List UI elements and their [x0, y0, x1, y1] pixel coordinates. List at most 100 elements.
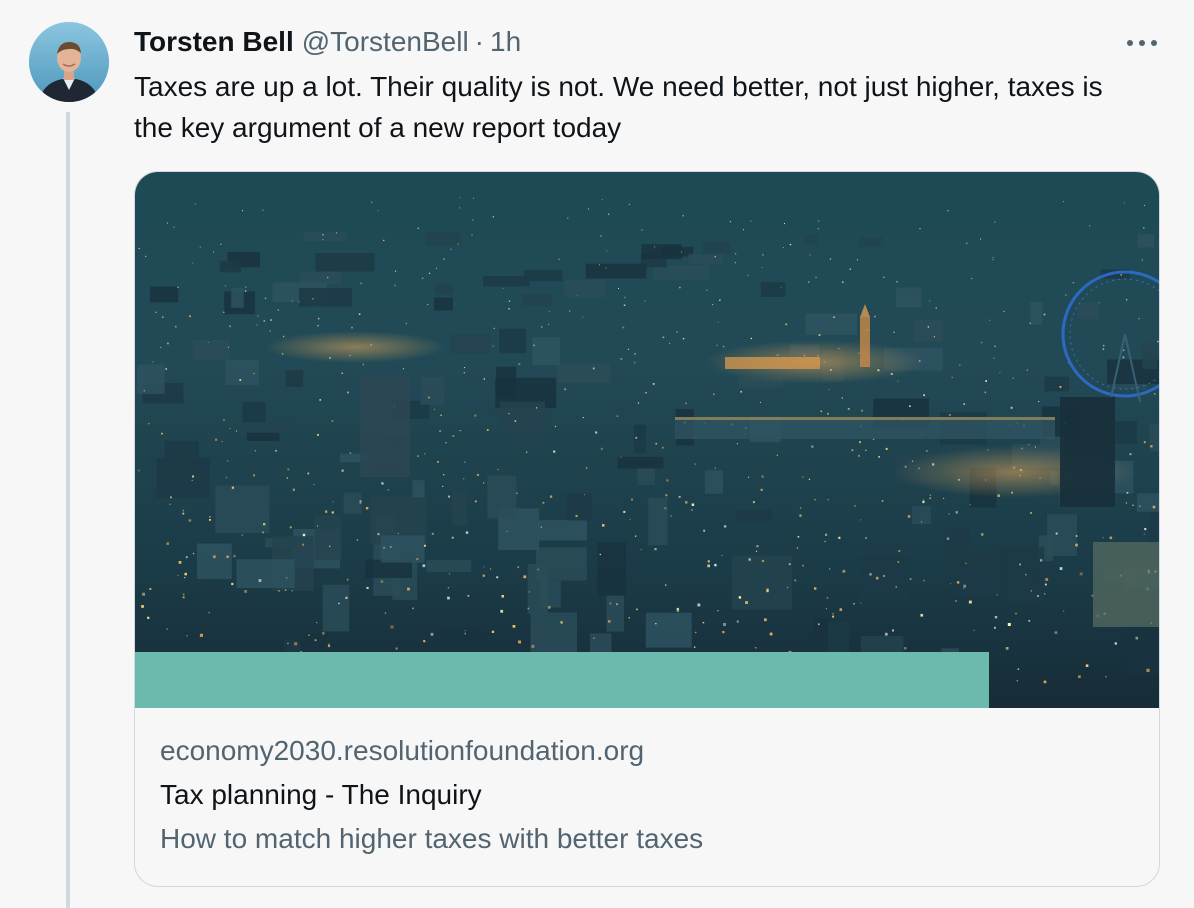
city-light [897, 561, 900, 563]
city-light [316, 622, 318, 624]
city-light [926, 450, 928, 452]
city-light [786, 586, 789, 589]
city-light [981, 341, 983, 344]
city-light [994, 345, 996, 347]
city-light [875, 576, 879, 580]
city-light [955, 511, 958, 514]
city-light [627, 348, 629, 350]
city-light [847, 407, 850, 410]
city-light [784, 223, 785, 225]
city-light [981, 533, 984, 536]
city-light [227, 460, 229, 462]
city-light [1122, 356, 1125, 359]
city-light [1120, 274, 1122, 276]
city-light [922, 501, 925, 504]
city-building-block [641, 244, 682, 260]
city-building-block [527, 564, 549, 614]
city-light [166, 542, 169, 545]
city-light [927, 326, 930, 328]
city-light [826, 597, 829, 599]
city-light [842, 569, 846, 573]
city-light [994, 221, 996, 223]
city-light [620, 358, 623, 360]
card-description: How to match higher taxes with better ta… [160, 823, 704, 854]
city-light [697, 603, 701, 607]
city-light [192, 475, 195, 478]
tweet-timestamp[interactable]: 1h [490, 26, 521, 58]
city-light [595, 431, 598, 434]
city-light [811, 445, 814, 448]
city-light [665, 584, 667, 586]
city-light [191, 479, 193, 481]
city-light [859, 441, 861, 444]
city-light [799, 514, 802, 517]
city-light [713, 393, 715, 395]
city-light [1109, 536, 1113, 540]
city-light [695, 631, 697, 634]
city-light [933, 336, 935, 338]
city-light [1144, 204, 1146, 206]
city-light [278, 590, 280, 592]
city-light [221, 441, 223, 443]
more-options-button[interactable] [1118, 26, 1166, 60]
author-avatar[interactable] [29, 22, 109, 102]
city-light [802, 564, 804, 567]
city-light [331, 420, 334, 422]
city-light [225, 476, 228, 479]
city-light [474, 414, 477, 417]
city-light [362, 363, 365, 366]
city-light [760, 488, 763, 491]
city-light [1144, 528, 1147, 531]
city-light [491, 630, 495, 633]
city-light [314, 639, 317, 642]
card-domain[interactable]: economy2030.resolutionfoundation.org [160, 729, 1134, 773]
city-light [447, 587, 450, 589]
city-light [883, 276, 885, 278]
city-light [145, 255, 147, 258]
city-light [895, 586, 897, 588]
city-light [1141, 259, 1143, 261]
city-building-block [532, 336, 560, 366]
city-light [292, 488, 295, 491]
city-light [955, 600, 957, 602]
city-light [286, 477, 289, 479]
city-building-block [426, 560, 472, 573]
link-preview-card[interactable]: economy2030.resolutionfoundation.org Tax… [134, 171, 1160, 887]
city-light [1089, 225, 1091, 227]
city-light [1075, 543, 1078, 547]
city-light [652, 383, 655, 385]
city-light [394, 284, 396, 287]
city-light [1045, 578, 1049, 581]
city-light [1054, 631, 1058, 634]
author-display-name[interactable]: Torsten Bell [134, 26, 294, 58]
city-building-block [731, 555, 793, 610]
author-handle[interactable]: @TorstenBell [302, 26, 469, 58]
city-light [965, 562, 967, 565]
city-light [839, 608, 843, 611]
city-building-block [435, 283, 453, 295]
card-title[interactable]: Tax planning - The Inquiry [160, 773, 1134, 817]
city-light [285, 577, 288, 579]
city-light [235, 430, 237, 432]
city-light [220, 243, 222, 245]
city-light [360, 282, 362, 284]
city-light [147, 616, 150, 619]
city-light [143, 390, 145, 392]
city-light [351, 326, 353, 329]
city-light [226, 555, 229, 558]
city-light [996, 594, 998, 596]
station-roof [675, 417, 1055, 439]
city-light [347, 391, 349, 394]
city-light [969, 504, 971, 506]
city-light [1029, 322, 1031, 324]
city-light [761, 475, 764, 478]
city-light [188, 519, 192, 522]
city-light [885, 447, 888, 450]
city-light [1037, 595, 1039, 597]
city-light [1146, 668, 1150, 672]
city-building-block [240, 422, 291, 433]
city-light [377, 533, 380, 536]
city-light [963, 403, 965, 405]
city-light [258, 579, 262, 582]
city-light [177, 574, 179, 576]
